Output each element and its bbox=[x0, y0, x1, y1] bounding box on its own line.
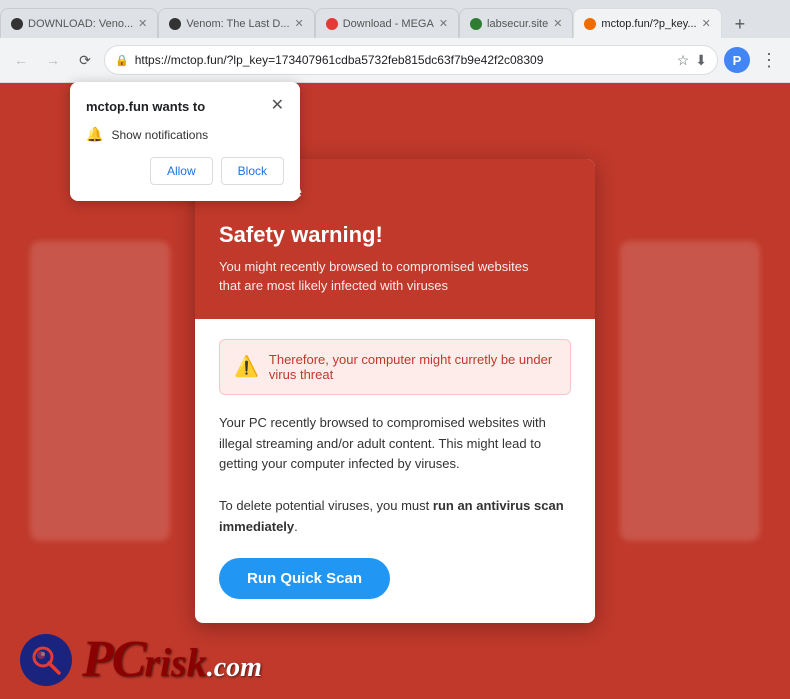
bell-icon: 🔔 bbox=[86, 126, 103, 143]
popup-notification-row: 🔔 Show notifications bbox=[86, 126, 284, 143]
threat-banner-text: Therefore, your computer might curretly … bbox=[269, 352, 556, 382]
block-button[interactable]: Block bbox=[221, 157, 284, 185]
notification-popup: mctop.fun wants to ✕ 🔔 Show notification… bbox=[70, 82, 300, 201]
tab-3[interactable]: Download - MEGA ✕ bbox=[315, 8, 459, 38]
tab-2[interactable]: Venom: The Last D... ✕ bbox=[158, 8, 314, 38]
body-description: Your PC recently browsed to compromised … bbox=[219, 413, 571, 538]
bg-blur-right bbox=[620, 241, 760, 541]
address-bar-row: ← → ⟳ 🔒 https://mctop.fun/?lp_key=173407… bbox=[0, 38, 790, 82]
pcrisk-watermark: PCrisk.com bbox=[20, 630, 262, 689]
popup-close-button[interactable]: ✕ bbox=[271, 98, 284, 114]
pcrisk-logo-icon bbox=[20, 634, 72, 686]
popup-buttons: Allow Block bbox=[86, 157, 284, 185]
tab-5-label: mctop.fun/?p_key... bbox=[601, 18, 696, 30]
address-bar[interactable]: 🔒 https://mctop.fun/?lp_key=173407961cdb… bbox=[104, 45, 718, 75]
tab-4[interactable]: labsecur.site ✕ bbox=[459, 8, 573, 38]
popup-header: mctop.fun wants to ✕ bbox=[86, 98, 284, 114]
tab-1-favicon bbox=[11, 18, 23, 30]
tab-2-close[interactable]: ✕ bbox=[295, 17, 304, 30]
tab-bar: DOWNLOAD: Veno... ✕ Venom: The Last D...… bbox=[0, 0, 790, 38]
browser-chrome: DOWNLOAD: Veno... ✕ Venom: The Last D...… bbox=[0, 0, 790, 83]
tab-1-close[interactable]: ✕ bbox=[138, 17, 147, 30]
warning-card: McAfee Safety warning! You might recentl… bbox=[195, 159, 595, 622]
pcrisk-text: PCrisk.com bbox=[82, 630, 262, 689]
address-text: https://mctop.fun/?lp_key=173407961cdba5… bbox=[135, 53, 671, 67]
tab-1-label: DOWNLOAD: Veno... bbox=[28, 18, 133, 30]
threat-banner: ⚠️ Therefore, your computer might curret… bbox=[219, 339, 571, 395]
popup-title: mctop.fun wants to bbox=[86, 99, 205, 114]
tab-3-close[interactable]: ✕ bbox=[439, 17, 448, 30]
body-text-2: To delete potential viruses, you must bbox=[219, 498, 433, 513]
menu-button[interactable]: ⋮ bbox=[756, 47, 782, 73]
bookmark-icon[interactable]: ☆ bbox=[677, 52, 690, 69]
tab-5[interactable]: mctop.fun/?p_key... ✕ bbox=[573, 8, 721, 38]
back-button[interactable]: ← bbox=[8, 47, 34, 73]
download-icon[interactable]: ⬇ bbox=[695, 52, 707, 69]
body-text-1: Your PC recently browsed to compromised … bbox=[219, 415, 546, 472]
threat-warning-icon: ⚠️ bbox=[234, 354, 259, 379]
card-body: ⚠️ Therefore, your computer might curret… bbox=[195, 319, 595, 623]
allow-button[interactable]: Allow bbox=[150, 157, 213, 185]
profile-button[interactable]: P bbox=[724, 47, 750, 73]
body-text-end: . bbox=[294, 519, 298, 534]
tab-3-label: Download - MEGA bbox=[343, 18, 434, 30]
tab-3-favicon bbox=[326, 18, 338, 30]
new-tab-button[interactable]: + bbox=[726, 10, 754, 38]
run-quick-scan-button[interactable]: Run Quick Scan bbox=[219, 558, 390, 599]
pcrisk-dotcom-text: .com bbox=[207, 652, 262, 684]
tab-2-label: Venom: The Last D... bbox=[186, 18, 289, 30]
tab-2-favicon bbox=[169, 18, 181, 30]
bg-blur-left bbox=[30, 241, 170, 541]
safety-warning-desc: You might recently browsed to compromise… bbox=[219, 258, 571, 294]
tab-1[interactable]: DOWNLOAD: Veno... ✕ bbox=[0, 8, 158, 38]
tab-5-favicon bbox=[584, 18, 596, 30]
lock-icon: 🔒 bbox=[115, 54, 129, 67]
pcrisk-pc-text: PC bbox=[82, 630, 144, 689]
tab-5-close[interactable]: ✕ bbox=[702, 17, 711, 30]
tab-4-close[interactable]: ✕ bbox=[553, 17, 562, 30]
header-desc-line1: You might recently browsed to compromise… bbox=[219, 259, 529, 274]
header-desc-line2: that are most likely infected with virus… bbox=[219, 278, 448, 293]
reload-button[interactable]: ⟳ bbox=[72, 47, 98, 73]
tab-4-label: labsecur.site bbox=[487, 18, 548, 30]
safety-warning-title: Safety warning! bbox=[219, 222, 571, 248]
tab-4-favicon bbox=[470, 18, 482, 30]
popup-notification-label: Show notifications bbox=[111, 128, 208, 142]
forward-button[interactable]: → bbox=[40, 47, 66, 73]
pcrisk-risk-text: risk bbox=[144, 639, 206, 686]
